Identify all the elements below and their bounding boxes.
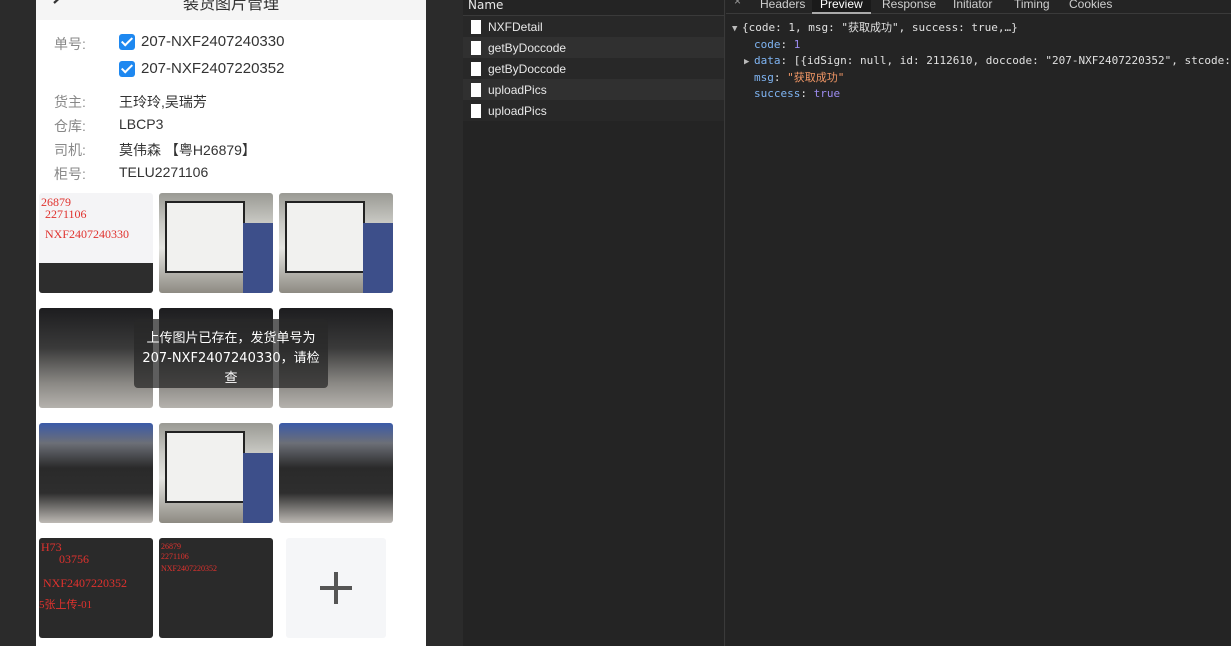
file-icon	[471, 61, 481, 76]
photo-watermark-text: 2271106	[161, 552, 189, 561]
photo-thumbnail[interactable]	[279, 423, 393, 523]
network-request-list: Name NXFDetail getByDoccode getByDoccode…	[463, 0, 725, 646]
request-row[interactable]: getByDoccode	[463, 37, 724, 58]
cabinet-value: TELU2271106	[119, 164, 209, 180]
checkbox-checked-icon[interactable]	[119, 60, 135, 77]
photo-watermark-text: 5张上传-01	[39, 599, 93, 611]
left-gutter	[0, 0, 36, 646]
photo-watermark-text: NXF2407220352	[43, 576, 128, 590]
photo-watermark-text: 2271106	[45, 207, 87, 221]
request-name: uploadPics	[488, 103, 547, 118]
cabinet-label: 柜号:	[54, 166, 86, 182]
photo-thumbnail[interactable]	[39, 423, 153, 523]
page-title: 装货图片管理	[182, 0, 279, 13]
request-row[interactable]: uploadPics	[463, 100, 724, 121]
detail-tabs: × Headers Preview Response Initiator Tim…	[726, 0, 1231, 14]
owner-label: 货主:	[54, 94, 86, 110]
order-checkbox-1[interactable]: 207-NXF2407240330	[119, 33, 284, 50]
file-icon	[471, 19, 481, 34]
request-row[interactable]: getByDoccode	[463, 58, 724, 79]
owner-value: 王玲玲,吴瑞芳	[119, 94, 207, 110]
response-preview-panel: × Headers Preview Response Initiator Tim…	[726, 0, 1231, 646]
photo-watermark-text: NXF2407240330	[45, 227, 130, 241]
file-icon	[471, 82, 481, 97]
json-preview: ▼ {code: 1, msg: "获取成功", success: true,…}…	[732, 20, 1231, 102]
mobile-page: 装货图片管理 单号: 207-NXF2407240330 207-NXF2407…	[36, 0, 426, 646]
close-icon[interactable]: ×	[734, 0, 741, 8]
json-root-line[interactable]: ▼ {code: 1, msg: "获取成功", success: true,…}	[732, 20, 1231, 37]
json-root-summary: {code: 1, msg: "获取成功", success: true,…}	[742, 21, 1018, 34]
request-name: getByDoccode	[488, 40, 567, 55]
driver-label: 司机:	[54, 142, 86, 158]
request-name: uploadPics	[488, 82, 547, 97]
order-number-2: 207-NXF2407220352	[141, 60, 285, 77]
tab-cookies[interactable]: Cookies	[1061, 0, 1120, 14]
devtools-gutter	[426, 0, 463, 646]
tab-timing[interactable]: Timing	[1006, 0, 1058, 14]
json-data-line[interactable]: ▶ data: [{idSign: null, id: 2112610, docc…	[732, 53, 1231, 70]
request-name: getByDoccode	[488, 61, 567, 76]
photo-thumbnail[interactable]: H73 03756 NXF2407220352 5张上传-01	[39, 538, 153, 638]
photo-thumbnail[interactable]	[159, 193, 273, 293]
photo-watermark-text: NXF2407220352	[161, 564, 218, 573]
photo-thumbnail[interactable]	[159, 423, 273, 523]
order-checkbox-2[interactable]: 207-NXF2407220352	[119, 60, 284, 77]
json-msg-line: msg: "获取成功"	[754, 71, 845, 84]
order-number-1: 207-NXF2407240330	[141, 33, 285, 50]
name-column-header[interactable]: Name	[463, 0, 724, 16]
tab-preview[interactable]: Preview	[812, 0, 871, 14]
driver-value: 莫伟森 【粤H26879】	[119, 142, 256, 158]
plus-icon	[320, 572, 352, 604]
order-label: 单号:	[54, 36, 86, 52]
photo-thumbnail[interactable]: 26879 2271106 NXF2407240330	[39, 193, 153, 293]
tab-initiator[interactable]: Initiator	[945, 0, 1000, 14]
expand-triangle-icon[interactable]: ▶	[744, 54, 754, 70]
page-header: 装货图片管理	[36, 0, 426, 20]
tab-response[interactable]: Response	[874, 0, 944, 14]
photo-thumbnail[interactable]	[279, 193, 393, 293]
add-photo-button[interactable]	[286, 538, 386, 638]
photo-watermark-text: 26879	[161, 542, 181, 551]
request-row[interactable]: NXFDetail	[463, 16, 724, 37]
file-icon	[471, 103, 481, 118]
checkbox-checked-icon[interactable]	[119, 33, 135, 50]
collapse-triangle-icon[interactable]: ▼	[732, 21, 742, 37]
photo-watermark-text: 03756	[59, 552, 89, 566]
file-icon	[471, 40, 481, 55]
toast-message: 上传图片已存在，发货单号为207-NXF2407240330，请检查	[134, 319, 328, 388]
tab-headers[interactable]: Headers	[752, 0, 813, 14]
json-code-line: code: 1	[754, 38, 801, 51]
json-success-line: success: true	[754, 87, 841, 100]
photo-dark-strip	[39, 263, 153, 293]
warehouse-label: 仓库:	[54, 118, 86, 134]
request-name: NXFDetail	[488, 19, 543, 34]
request-rows: NXFDetail getByDoccode getByDoccode uplo…	[463, 16, 724, 121]
photo-thumbnail[interactable]: 26879 2271106 NXF2407220352	[159, 538, 273, 638]
request-row[interactable]: uploadPics	[463, 79, 724, 100]
warehouse-value: LBCP3	[119, 116, 164, 132]
